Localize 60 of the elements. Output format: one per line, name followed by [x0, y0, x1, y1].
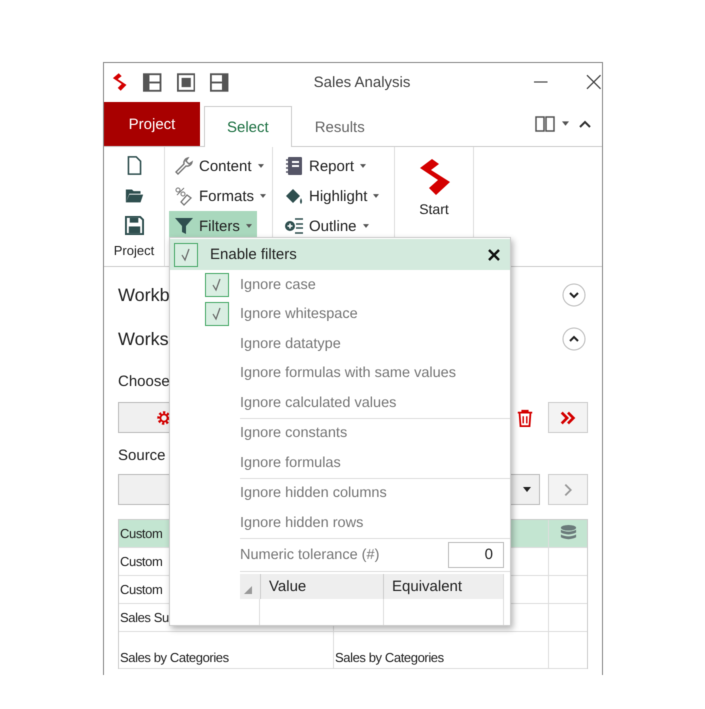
close-icon[interactable] [586, 74, 602, 90]
tolerance-field[interactable]: 0 [448, 542, 504, 568]
wrench-icon [174, 156, 194, 176]
window-title: Sales Analysis [314, 74, 412, 90]
checkbox[interactable] [174, 242, 198, 266]
expander-icon[interactable] [562, 283, 586, 307]
ribbon-menu-button[interactable]: Outline [279, 211, 374, 241]
corner-icon [244, 586, 252, 594]
section-title: Works [118, 328, 169, 350]
menu-item[interactable]: Ignore calculated values [205, 388, 510, 418]
save-icon[interactable] [124, 216, 144, 235]
ribbon-tab[interactable]: Select [204, 106, 292, 147]
layout-icon[interactable] [176, 72, 196, 92]
forward-button[interactable] [548, 402, 588, 433]
checkbox[interactable] [205, 272, 229, 297]
ribbon-menu-button[interactable]: Highlight [279, 181, 384, 211]
caret-icon [260, 194, 266, 198]
menu-item[interactable]: Ignore whitespace [205, 300, 510, 329]
caret-icon [523, 487, 531, 492]
close-icon[interactable] [488, 248, 500, 260]
table-row[interactable]: Sales by Categories Sales by Categories [119, 632, 587, 669]
menu-item[interactable]: Ignore hidden columns [205, 478, 510, 508]
menu-item[interactable]: Ignore formulas [205, 448, 510, 478]
ribbon-menu-button[interactable]: Content [169, 151, 269, 181]
table-cell: Sales by Categories [119, 632, 334, 668]
caret-icon [373, 194, 380, 198]
menu-item[interactable]: Ignore formulas with same values [205, 358, 510, 388]
column-header[interactable]: Equivalent [383, 574, 503, 598]
source-label: Source [118, 447, 166, 464]
caret-icon [362, 224, 369, 228]
ribbon-menu-button[interactable]: Report [279, 151, 372, 181]
columns-icon[interactable] [535, 116, 555, 132]
column-header[interactable]: Value [260, 574, 383, 598]
paint-bucket-icon [284, 186, 304, 206]
project-tab[interactable]: Project [104, 102, 200, 146]
caret-icon [246, 224, 252, 228]
choose-label: Choose [118, 373, 170, 390]
menu-item[interactable]: Ignore datatype [205, 329, 510, 358]
trash-icon [516, 408, 534, 426]
caret-icon [360, 164, 366, 168]
table-cell: Sales by Categories [334, 632, 549, 668]
notebook-icon [284, 156, 304, 176]
collapse-icon[interactable] [579, 120, 591, 128]
layout-icon[interactable] [210, 72, 229, 92]
checkbox[interactable] [205, 302, 229, 326]
ribbon-menu-button[interactable]: Formats [169, 181, 272, 211]
expander-icon[interactable] [562, 327, 586, 351]
group-label: Project [114, 243, 154, 258]
outline-icon [284, 216, 304, 236]
ribbon-tab[interactable]: Results [292, 106, 388, 147]
formats-icon [174, 186, 194, 206]
menu-item[interactable]: Ignore case [205, 270, 510, 300]
new-file-icon[interactable] [124, 156, 144, 175]
menu-item[interactable]: Enable filters [170, 239, 510, 270]
menu-item[interactable]: Ignore constants [205, 418, 510, 448]
caret-icon [258, 164, 264, 168]
double-chevron-icon [559, 408, 577, 426]
layout-icon[interactable] [143, 72, 162, 92]
section-title: Workb [118, 284, 170, 306]
caret-icon[interactable] [562, 121, 569, 126]
